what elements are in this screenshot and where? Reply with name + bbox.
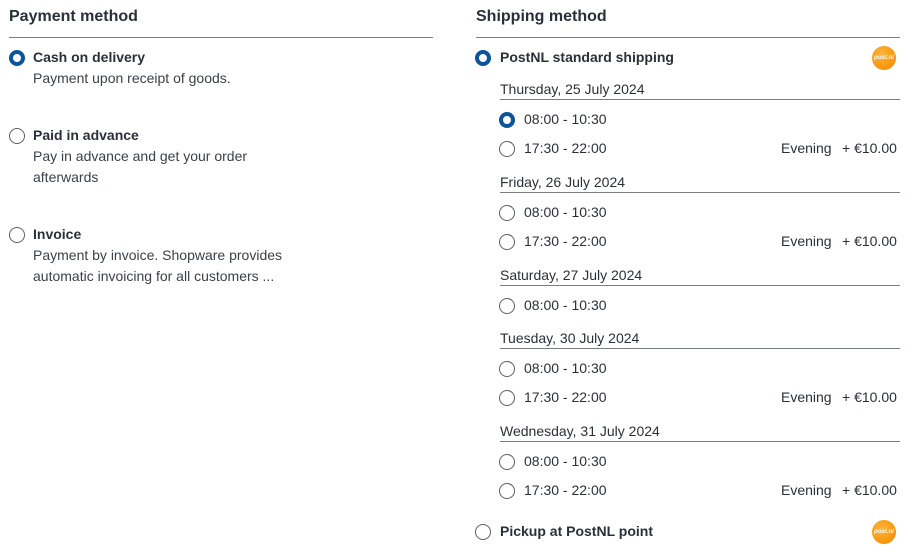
- time-slot-radio[interactable]: [499, 454, 515, 470]
- day-divider: [500, 285, 900, 286]
- slot-time: 08:00 - 10:30: [524, 204, 607, 220]
- payment-option-label: Cash on delivery: [33, 49, 146, 65]
- time-slot-radio[interactable]: [499, 234, 515, 250]
- slot-time: 17:30 - 22:00: [524, 389, 607, 405]
- time-slot-radio[interactable]: [499, 361, 515, 377]
- shipping-method-label: PostNL standard shipping: [500, 49, 674, 65]
- day-label: Wednesday, 31 July 2024: [500, 423, 660, 439]
- slot-time: 17:30 - 22:00: [524, 140, 607, 156]
- slot-time: 08:00 - 10:30: [524, 453, 607, 469]
- payment-option-description: Pay in advance and get your order afterw…: [33, 148, 248, 185]
- payment-method-heading: Payment method: [9, 8, 138, 25]
- payment-option-description: Payment upon receipt of goods.: [33, 70, 231, 86]
- paid-in-advance-radio[interactable]: [9, 128, 25, 144]
- postnl-logo-icon: post.nl: [872, 520, 896, 544]
- slot-tag: Evening: [781, 389, 832, 405]
- shipping-divider: [476, 37, 900, 38]
- slot-tag: Evening: [781, 233, 832, 249]
- day-label: Tuesday, 30 July 2024: [500, 330, 640, 346]
- payment-option-label: Paid in advance: [33, 127, 139, 143]
- postnl-standard-radio[interactable]: [475, 50, 491, 66]
- shipping-method-label: Pickup at PostNL point: [500, 523, 653, 539]
- payment-option-description: Payment by invoice. Shopware provides au…: [33, 247, 283, 284]
- day-label: Thursday, 25 July 2024: [500, 81, 645, 97]
- time-slot-radio[interactable]: [499, 483, 515, 499]
- slot-time: 08:00 - 10:30: [524, 111, 607, 127]
- slot-tag: Evening: [781, 482, 832, 498]
- time-slot-radio[interactable]: [499, 390, 515, 406]
- slot-price: + €10.00: [842, 233, 897, 249]
- slot-price: + €10.00: [842, 140, 897, 156]
- slot-time: 08:00 - 10:30: [524, 297, 607, 313]
- invoice-radio[interactable]: [9, 227, 25, 243]
- postnl-logo-icon: post.nl: [872, 46, 896, 70]
- day-divider: [500, 348, 900, 349]
- payment-option-label: Invoice: [33, 226, 82, 242]
- slot-time: 17:30 - 22:00: [524, 233, 607, 249]
- slot-time: 17:30 - 22:00: [524, 482, 607, 498]
- day-label: Friday, 26 July 2024: [500, 174, 626, 190]
- time-slot-radio[interactable]: [499, 141, 515, 157]
- payment-divider: [9, 37, 433, 38]
- cash-on-delivery-radio[interactable]: [9, 50, 25, 66]
- time-slot-radio[interactable]: [499, 112, 515, 128]
- slot-tag: Evening: [781, 140, 832, 156]
- day-label: Saturday, 27 July 2024: [500, 267, 643, 283]
- slot-price: + €10.00: [842, 389, 897, 405]
- slot-time: 08:00 - 10:30: [524, 360, 607, 376]
- day-divider: [500, 441, 900, 442]
- shipping-method-heading: Shipping method: [476, 8, 607, 25]
- slot-price: + €10.00: [842, 482, 897, 498]
- day-divider: [500, 192, 900, 193]
- time-slot-radio[interactable]: [499, 205, 515, 221]
- day-divider: [500, 99, 900, 100]
- postnl-pickup-radio[interactable]: [475, 524, 491, 540]
- time-slot-radio[interactable]: [499, 298, 515, 314]
